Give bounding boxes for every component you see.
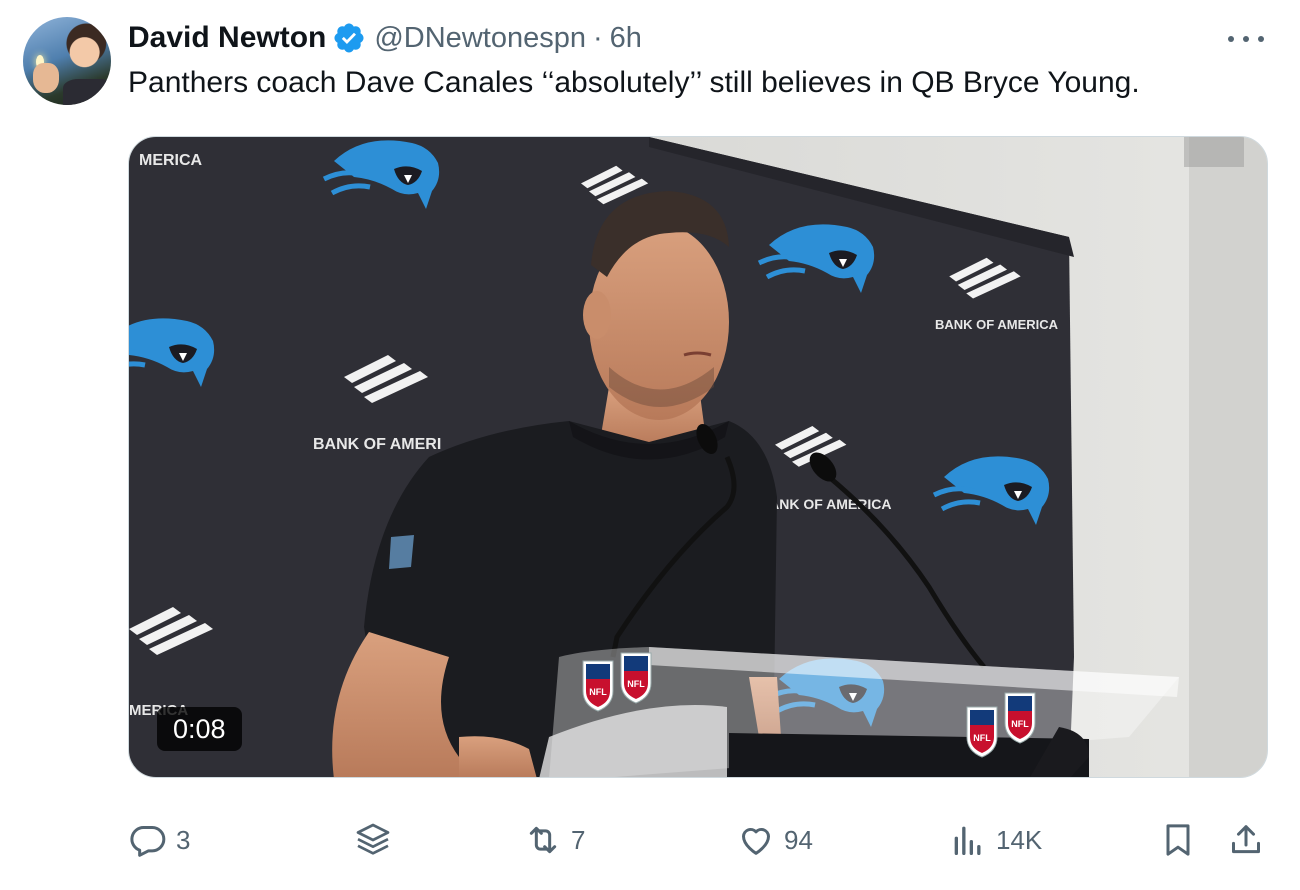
reply-count: 3 [176, 824, 191, 855]
video-player[interactable]: NFL MERICA BANK OF AMERICA BANK OF AMERI… [128, 136, 1268, 778]
video-duration-badge: 0:08 [157, 707, 242, 751]
reply-button[interactable]: 3 [128, 815, 190, 865]
repost-button[interactable]: 7 [523, 815, 585, 865]
separator-dot: · [592, 21, 603, 54]
share-icon [1232, 825, 1260, 854]
author-name[interactable]: David Newton [128, 21, 326, 55]
avatar-hand [33, 63, 59, 93]
reply-icon [130, 825, 166, 857]
bookmark-icon [1166, 824, 1190, 856]
views-button[interactable]: 14K [948, 815, 1042, 865]
view-count: 14K [996, 824, 1043, 855]
tweet-text: Panthers coach Dave Canales ‘‘absolutely… [128, 66, 1140, 99]
like-count: 94 [784, 824, 813, 855]
like-button[interactable]: 94 [736, 815, 813, 865]
more-options-icon[interactable] [1228, 26, 1264, 52]
analytics-icon [954, 826, 981, 855]
video-frame: NFL MERICA BANK OF AMERICA BANK OF AMERI… [129, 137, 1267, 777]
layers-icon [356, 823, 390, 855]
repost-icon [529, 826, 557, 854]
more-dot [1228, 36, 1234, 42]
avatar-shirt [63, 79, 111, 105]
heart-icon [742, 827, 770, 855]
backdrop-text: BANK OF AMERI [313, 436, 441, 453]
tweet-timestamp[interactable]: 6h [610, 22, 642, 55]
tweet-actions-bar: 3 7 94 14K [128, 815, 1268, 865]
backdrop-text: MERICA [139, 152, 203, 169]
backdrop-text: BANK OF AMERICA [759, 496, 891, 512]
tweet-header: David Newton @DNewtonespn · 6h [128, 18, 642, 58]
share-button[interactable] [1226, 815, 1266, 865]
more-dot [1243, 36, 1249, 42]
repost-count: 7 [571, 824, 586, 855]
bookmark-button[interactable] [1158, 815, 1198, 865]
author-avatar[interactable] [23, 17, 111, 105]
backdrop-text: BANK OF AMERICA [935, 317, 1059, 332]
author-handle[interactable]: @DNewtonespn [374, 22, 586, 55]
verified-badge-icon [334, 23, 364, 53]
more-dot [1258, 36, 1264, 42]
grok-button[interactable] [353, 815, 393, 865]
